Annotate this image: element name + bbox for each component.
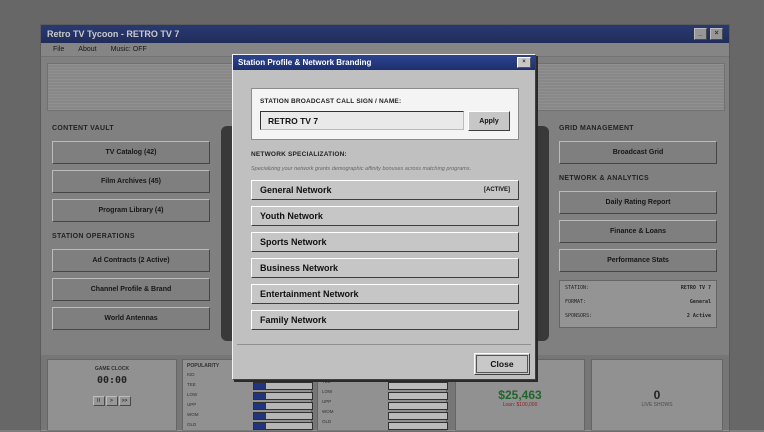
- station-profile-dialog: Station Profile & Network Branding × STA…: [232, 54, 536, 380]
- specialization-hint: Specializing your network grants demogra…: [251, 166, 472, 172]
- specialization-label: NETWORK SPECIALIZATION:: [251, 151, 347, 158]
- call-sign-label: STATION BROADCAST CALL SIGN / NAME:: [260, 98, 402, 105]
- dialog-divider: [237, 344, 531, 345]
- network-label: Business Network: [260, 263, 339, 273]
- call-sign-box: STATION BROADCAST CALL SIGN / NAME: RETR…: [251, 88, 519, 140]
- sports-network-button[interactable]: Sports Network: [251, 232, 519, 252]
- family-network-button[interactable]: Family Network: [251, 310, 519, 330]
- active-badge: [ACTIVE]: [484, 187, 510, 193]
- close-button[interactable]: Close: [474, 353, 530, 375]
- dialog-title: Station Profile & Network Branding: [238, 58, 372, 67]
- network-label: General Network: [260, 185, 332, 195]
- entertainment-network-button[interactable]: Entertainment Network: [251, 284, 519, 304]
- dialog-close-icon[interactable]: ×: [517, 57, 531, 68]
- network-label: Youth Network: [260, 211, 323, 221]
- general-network-button[interactable]: General Network [ACTIVE]: [251, 180, 519, 200]
- network-label: Sports Network: [260, 237, 327, 247]
- call-sign-input[interactable]: RETRO TV 7: [260, 111, 464, 130]
- network-label: Entertainment Network: [260, 289, 359, 299]
- dialog-titlebar: Station Profile & Network Branding ×: [233, 55, 535, 70]
- network-label: Family Network: [260, 315, 327, 325]
- apply-button[interactable]: Apply: [468, 111, 510, 131]
- youth-network-button[interactable]: Youth Network: [251, 206, 519, 226]
- business-network-button[interactable]: Business Network: [251, 258, 519, 278]
